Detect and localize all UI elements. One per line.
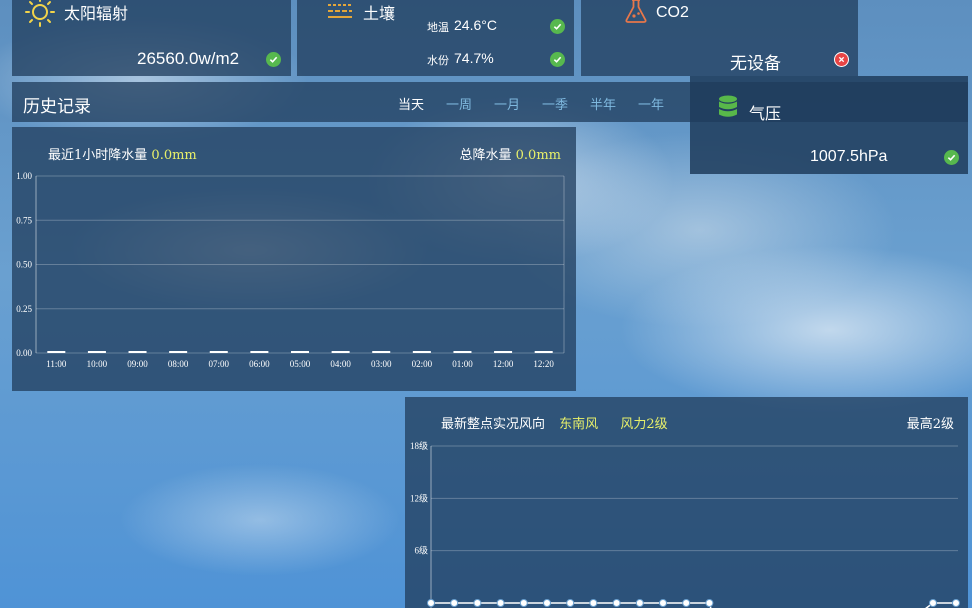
history-title: 历史记录 <box>23 97 91 117</box>
rain-x-tick: 08:00 <box>168 359 189 369</box>
wind-panel: 最新整点实况风向 东南风 风力2级 最高2级 6级 12级 18级 <box>405 397 968 608</box>
wind-point <box>589 599 598 607</box>
rain-bar <box>209 351 228 353</box>
rain-x-tick: 01:00 <box>452 359 473 369</box>
wind-point <box>635 599 644 607</box>
check-icon <box>266 52 281 67</box>
rain-bar <box>169 351 188 353</box>
co2-card: CO2 无设备 <box>581 0 858 76</box>
rain-x-tick: 07:00 <box>209 359 230 369</box>
rain-bar <box>250 351 269 353</box>
rain-bar <box>291 351 309 353</box>
rain-y-tick: 0.00 <box>16 348 32 358</box>
wind-point <box>929 599 937 607</box>
co2-title: CO2 <box>656 4 689 21</box>
rain-x-tick: 03:00 <box>371 359 392 369</box>
rain-x-tick: 09:00 <box>127 359 148 369</box>
wind-point <box>705 599 714 607</box>
soil-layers-icon <box>327 2 353 25</box>
wind-y-tick: 12级 <box>410 492 428 503</box>
rainfall-chart: 0.00 0.25 0.50 0.75 1.00 11:00 10:00 09:00 08:00… <box>16 171 565 369</box>
rain-bar <box>47 351 66 353</box>
wind-point <box>519 599 528 607</box>
rain-y-tick: 0.75 <box>16 215 32 225</box>
rain-x-tick: 10:00 <box>87 359 108 369</box>
wind-point <box>496 599 505 607</box>
tab-year[interactable]: 一年 <box>638 94 664 113</box>
soil-temp-label: 地温 <box>427 22 449 34</box>
rain-bar <box>87 351 106 353</box>
soil-moisture-label: 水份 <box>427 55 449 67</box>
tab-today[interactable]: 当天 <box>398 94 424 113</box>
tab-half-year[interactable]: 半年 <box>590 94 616 113</box>
tab-quarter[interactable]: 一季 <box>542 94 568 113</box>
rain-y-tick: 0.25 <box>16 304 32 314</box>
sun-icon <box>24 0 56 33</box>
rain-bar <box>534 351 553 353</box>
rain-x-tick: 05:00 <box>290 359 311 369</box>
wind-point <box>612 599 621 607</box>
pressure-card: 气压 1007.5hPa <box>690 76 968 174</box>
wind-chart: 6级 12级 18级 <box>410 440 960 608</box>
check-icon <box>944 150 959 165</box>
check-icon <box>550 19 565 34</box>
pressure-title: 气压 <box>749 106 782 123</box>
rain-x-tick: 12:00 <box>493 359 514 369</box>
pressure-value: 1007.5hPa <box>810 148 888 165</box>
wind-point <box>427 599 435 607</box>
wind-y-tick: 6级 <box>414 545 428 556</box>
wind-point <box>473 599 482 607</box>
rain-y-tick: 1.00 <box>16 171 32 181</box>
wind-point <box>659 599 667 607</box>
flask-icon <box>623 0 649 29</box>
rain-x-tick: 11:00 <box>46 359 67 369</box>
database-icon <box>718 95 738 126</box>
rain-y-tick: 0.50 <box>16 260 32 270</box>
solar-value: 26560.0w/m2 <box>137 49 240 68</box>
soil-moisture-value: 74.7% <box>454 50 494 66</box>
wind-point <box>566 599 575 607</box>
tab-month[interactable]: 一月 <box>494 94 520 113</box>
solar-radiation-card: 太阳辐射 26560.0w/m2 <box>12 0 291 76</box>
solar-title: 太阳辐射 <box>64 6 129 23</box>
rain-bar <box>453 351 472 353</box>
rain-bar <box>412 351 431 353</box>
wind-point <box>682 599 691 607</box>
rain-bar <box>372 351 391 353</box>
error-icon <box>834 52 849 67</box>
wind-point <box>952 599 960 607</box>
co2-status-value: 无设备 <box>730 54 781 73</box>
check-icon <box>550 52 565 67</box>
wind-y-tick: 18级 <box>410 440 428 451</box>
rain-x-tick: 12:20 <box>533 359 554 369</box>
soil-temp-value: 24.6°C <box>454 17 497 33</box>
rain-x-tick: 02:00 <box>412 359 433 369</box>
rain-bar <box>494 351 513 353</box>
rain-bar <box>331 351 350 353</box>
rainfall-panel: 最近1小时降水量 0.0mm 总降水量 0.0mm 0.00 0.25 0.50 0.… <box>12 127 576 391</box>
wind-point <box>543 599 551 607</box>
rain-x-tick: 04:00 <box>330 359 351 369</box>
rain-x-tick: 06:00 <box>249 359 270 369</box>
soil-title: 土壤 <box>363 6 396 23</box>
tab-week[interactable]: 一周 <box>446 94 472 113</box>
rain-bar <box>128 351 147 353</box>
soil-card: 土壤 地温 24.6°C 水份 74.7% <box>297 0 574 76</box>
wind-point <box>450 599 459 607</box>
